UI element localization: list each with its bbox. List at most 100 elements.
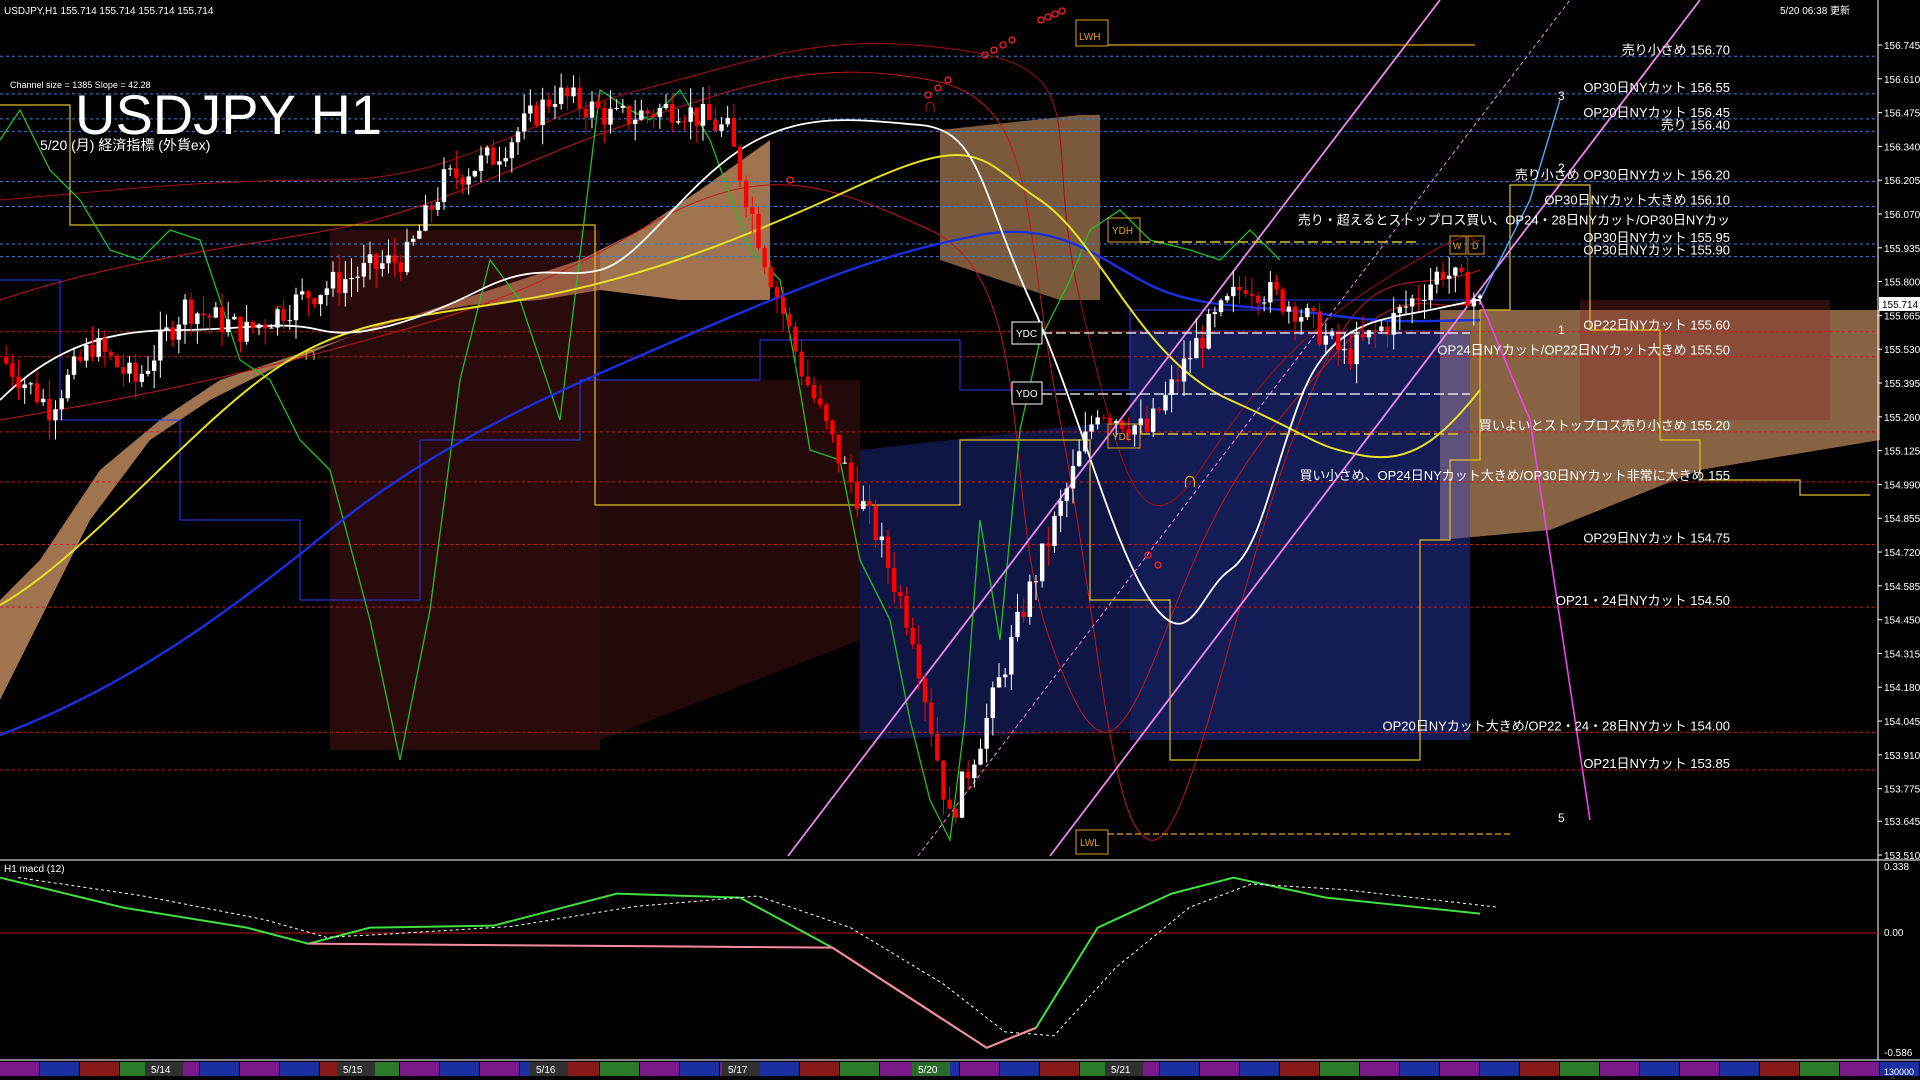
candle-body	[1021, 611, 1026, 617]
session-block	[1600, 1062, 1639, 1076]
candle-body	[750, 207, 755, 214]
session-block	[80, 1062, 119, 1076]
marker-w: W	[1453, 241, 1462, 251]
candle-body	[787, 314, 792, 327]
candle-body	[651, 113, 656, 118]
session-block	[760, 1062, 799, 1076]
candle-body	[1354, 334, 1359, 365]
chart-canvas[interactable]: 売り小さめ 156.70OP30日NYカット 156.55OP20日NYカット …	[0, 0, 1920, 1080]
candle-body	[1027, 581, 1033, 617]
candle-body	[238, 316, 243, 342]
candle-body	[639, 110, 644, 120]
candle-body	[817, 398, 823, 405]
candle-body	[102, 338, 108, 352]
candle-body	[1323, 335, 1329, 345]
candle-body	[836, 434, 841, 464]
candle-body	[898, 591, 903, 597]
candle-body	[867, 500, 872, 506]
session-block	[1320, 1062, 1359, 1076]
candle-body	[737, 146, 743, 181]
candle-body	[774, 286, 780, 297]
candle-body	[410, 238, 416, 242]
candle-body	[1033, 581, 1039, 583]
current-price-label: 155.714	[1882, 300, 1919, 311]
session-block	[40, 1062, 79, 1076]
price-tick-label: 153.645	[1884, 817, 1920, 828]
candle-body	[941, 760, 946, 800]
candle-body	[1305, 307, 1310, 318]
candle-body	[1076, 451, 1082, 467]
candle-body	[1046, 543, 1051, 546]
macd-tick-bottom: -0.586	[1884, 1048, 1913, 1059]
session-block	[1360, 1062, 1399, 1076]
price-tick-label: 156.610	[1884, 75, 1920, 86]
candle-body	[1286, 306, 1292, 312]
candle-body	[139, 373, 145, 382]
candle-body	[1224, 296, 1230, 301]
candle-body	[1175, 379, 1181, 382]
candle-body	[343, 279, 348, 294]
horseshoe-icon: ∩	[1182, 467, 1198, 492]
candle-body	[676, 121, 681, 123]
session-block	[1280, 1062, 1319, 1076]
candle-body	[65, 374, 71, 399]
candle-body	[1237, 286, 1242, 291]
candle-body	[1298, 317, 1304, 322]
candle-body	[1440, 271, 1446, 279]
candle-body	[595, 101, 601, 109]
level-label: OP24日NYカット/OP22日NYカット大きめ 155.50	[1437, 343, 1730, 358]
session-block	[1240, 1062, 1279, 1076]
candle-body	[620, 105, 626, 108]
candle-body	[225, 319, 231, 333]
date-label: 5/14	[151, 1065, 171, 1076]
candle-body	[355, 276, 360, 278]
candle-body	[10, 363, 15, 377]
candle-body	[207, 315, 212, 318]
symbol-info: USDJPY,H1 155.714 155.714 155.714 155.71…	[4, 6, 214, 17]
price-tick-label: 155.125	[1884, 447, 1920, 458]
candle-body	[380, 263, 385, 269]
session-block	[1680, 1062, 1719, 1076]
macd-label: H1 macd (12)	[4, 864, 65, 875]
candle-body	[188, 299, 194, 324]
candle-body	[460, 177, 465, 185]
level-label: 売り・超えるとストップロス買い、OP24・28日NYカット/OP30日NYカッ	[1298, 213, 1730, 228]
candle-body	[848, 462, 854, 483]
session-block	[1840, 1062, 1879, 1076]
macd-tick-zero: 0.00	[1884, 928, 1904, 939]
candle-body	[1366, 330, 1372, 338]
candle-body	[1002, 674, 1008, 678]
candle-body	[318, 295, 323, 305]
session-block	[440, 1062, 479, 1076]
price-tick-label: 154.855	[1884, 514, 1920, 525]
candle-body	[602, 108, 607, 125]
candle-body	[1261, 302, 1267, 304]
candle-body	[528, 105, 533, 114]
candle-body	[1169, 379, 1174, 395]
candle-body	[16, 376, 21, 389]
price-tick-label: 156.070	[1884, 210, 1920, 221]
candle-body	[1249, 293, 1255, 296]
marker-ydc: YDC	[1016, 329, 1037, 340]
candle-body	[1422, 299, 1427, 301]
candle-body	[1200, 338, 1205, 349]
level-label: OP21・24日NYカット 154.50	[1556, 593, 1730, 608]
candle-body	[1218, 300, 1224, 313]
candle-body	[1465, 271, 1470, 307]
candle-body	[885, 536, 891, 568]
candle-body	[47, 398, 52, 421]
candle-body	[1243, 290, 1248, 294]
candle-body	[1058, 500, 1063, 516]
candle-body	[515, 131, 521, 143]
price-tick-label: 155.800	[1884, 278, 1920, 289]
candle-body	[429, 205, 434, 210]
candle-body	[1428, 284, 1433, 300]
candle-body	[250, 321, 256, 329]
level-label: OP30日NYカット 156.55	[1583, 80, 1730, 95]
session-block	[1200, 1062, 1239, 1076]
candle-body	[1416, 298, 1421, 301]
candle-body	[984, 717, 989, 749]
wave-label-1: 1	[1558, 323, 1565, 337]
candle-body	[478, 155, 484, 171]
level-label: 売り小さめ 156.70	[1622, 42, 1730, 57]
